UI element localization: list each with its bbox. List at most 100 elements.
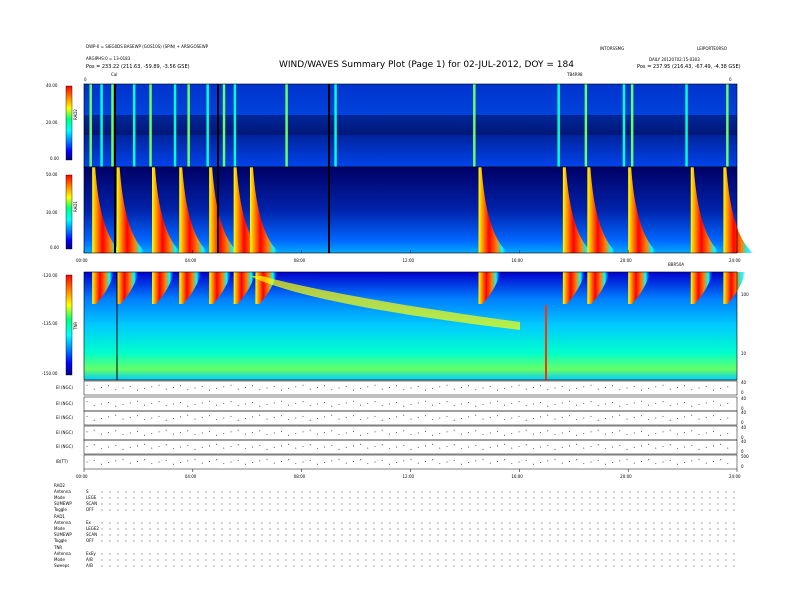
legend-dot [445, 509, 447, 511]
legend-dot [397, 528, 399, 530]
stack-point [208, 415, 210, 417]
stack-point [237, 429, 239, 431]
legend-dot [517, 528, 519, 530]
stack-point [295, 417, 297, 419]
legend-dot [165, 534, 167, 536]
legend-dot [213, 491, 215, 493]
legend-dot [517, 503, 519, 505]
legend-dot [301, 528, 303, 530]
legend-dot [109, 528, 111, 530]
stack-point [374, 384, 376, 386]
stack-point [403, 389, 405, 391]
tnr-tick-top: -120.00 [42, 273, 58, 278]
legend-dot [701, 565, 703, 567]
stack-point [612, 401, 614, 403]
stack-point [518, 384, 520, 386]
legend-dot [293, 503, 295, 505]
legend-dot [205, 522, 207, 524]
stack-point [669, 459, 671, 461]
stack-point [158, 461, 160, 463]
stack-point [324, 431, 326, 433]
legend-group-title: RAD1 [54, 514, 65, 519]
legend-value: Ex [86, 520, 91, 525]
legend-dot [317, 503, 319, 505]
stack-point [165, 405, 167, 407]
stack-point [525, 405, 527, 407]
stack-point [410, 434, 412, 436]
legend-dot [421, 528, 423, 530]
legend-dot [293, 491, 295, 493]
stack-point [590, 461, 592, 463]
legend-dot [405, 497, 407, 499]
legend-dot [213, 522, 215, 524]
legend-dot [469, 528, 471, 530]
stack-point [626, 418, 628, 420]
stack-point [525, 459, 527, 461]
legend-dot [397, 509, 399, 511]
legend-dot [245, 565, 247, 567]
legend-dot [189, 509, 191, 511]
legend-dot [669, 491, 671, 493]
legend-dot [653, 491, 655, 493]
stack-point [475, 444, 477, 446]
legend-dot [605, 553, 607, 555]
legend-dot [429, 503, 431, 505]
stack-point [518, 445, 520, 447]
legend-dot [189, 497, 191, 499]
stack-point [208, 400, 210, 402]
stack-point [439, 463, 441, 465]
stack-point [468, 416, 470, 418]
stack-point [352, 430, 354, 432]
stack-point [475, 430, 477, 432]
stack-point [525, 388, 527, 390]
legend-dot [461, 540, 463, 542]
legend-dot [245, 497, 247, 499]
stack-point [115, 389, 117, 391]
stack-point [86, 401, 88, 403]
legend-dot [477, 509, 479, 511]
legend-dot [637, 553, 639, 555]
legend-dot [381, 503, 383, 505]
stack-point [288, 459, 290, 461]
legend-dot [309, 559, 311, 561]
stack-point [367, 447, 369, 449]
legend-dot [333, 553, 335, 555]
legend-dot [197, 491, 199, 493]
legend-dot [557, 565, 559, 567]
legend-dot [181, 540, 183, 542]
legend-dot [549, 491, 551, 493]
legend-dot [261, 497, 263, 499]
stack-point [100, 418, 102, 420]
legend-key: Sweeps [54, 563, 70, 568]
legend-dot [165, 497, 167, 499]
stack-point [187, 405, 189, 407]
legend-dot [549, 553, 551, 555]
legend-dot [653, 534, 655, 536]
stack-point [144, 404, 146, 406]
stack-point [590, 401, 592, 403]
stack-point [655, 447, 657, 449]
legend-dot [597, 522, 599, 524]
legend-dot [709, 522, 711, 524]
stack-point [388, 448, 390, 450]
stack-point [244, 433, 246, 435]
stack-point [129, 385, 131, 387]
stack-point [727, 386, 729, 388]
legend-dot [277, 528, 279, 530]
rad2-burst [173, 84, 177, 167]
stack-point [100, 433, 102, 435]
legend-dot [389, 509, 391, 511]
legend-dot [669, 497, 671, 499]
stack-point [648, 459, 650, 461]
stack-point [295, 386, 297, 388]
legend-dot [173, 497, 175, 499]
legend-dot [157, 528, 159, 530]
stack-point [374, 415, 376, 417]
stack-point [100, 448, 102, 450]
legend-dot [509, 534, 511, 536]
stack-point [259, 414, 261, 416]
stack-point [612, 416, 614, 418]
stack-point [194, 404, 196, 406]
legend-dot [413, 528, 415, 530]
legend-dot [149, 509, 151, 511]
